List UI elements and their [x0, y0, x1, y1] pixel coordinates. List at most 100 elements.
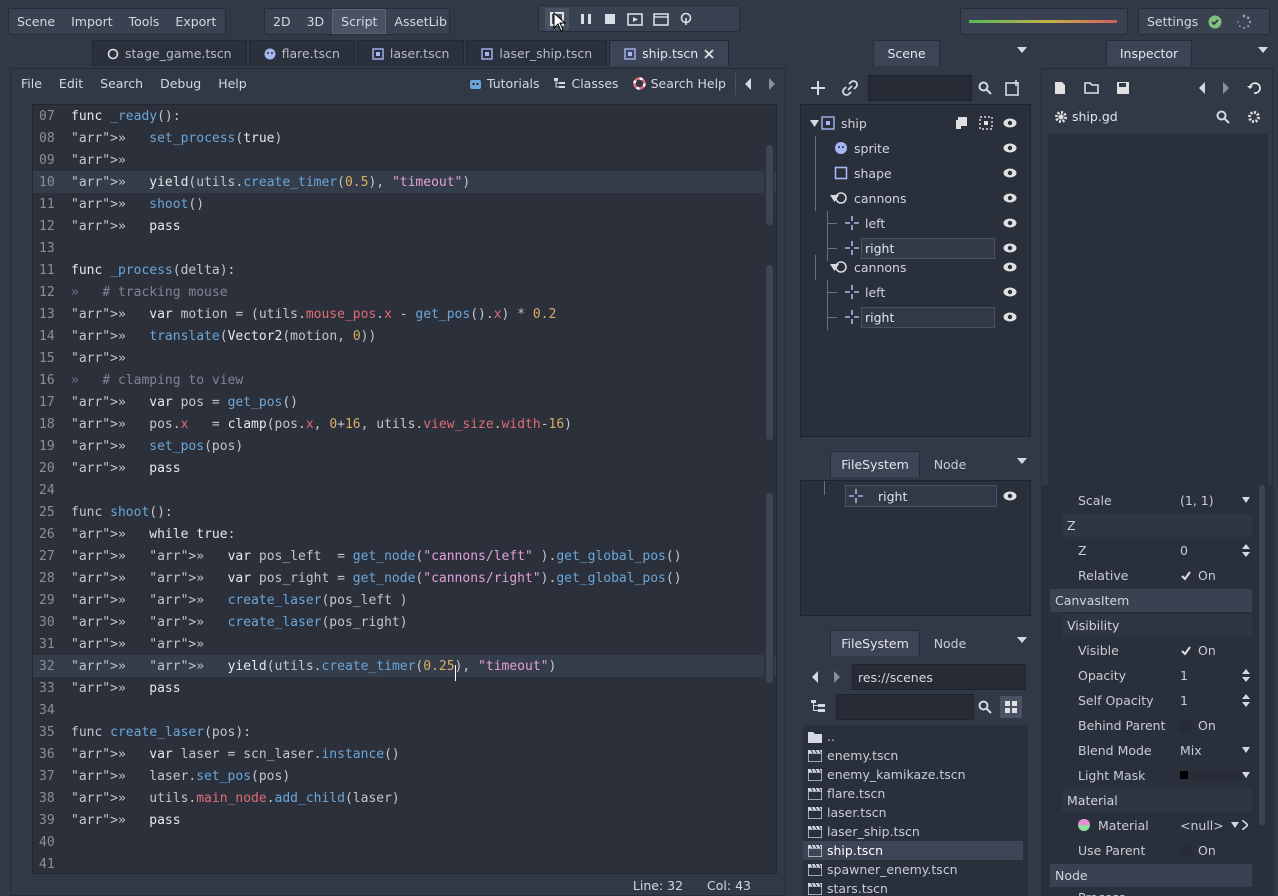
file-item[interactable]: laser.tscn	[808, 803, 1028, 822]
menu-export[interactable]: Export	[167, 9, 224, 34]
code-line[interactable]: 37 "arr">» laser.set_pos(pos)	[33, 765, 776, 787]
file-filter-input[interactable]	[836, 694, 974, 720]
scene-node-cannons[interactable]: cannons	[801, 255, 1029, 280]
chevron-down-icon[interactable]	[1231, 822, 1239, 828]
property-value[interactable]: 1	[1180, 668, 1188, 683]
menu-help[interactable]: Help	[218, 76, 247, 91]
tab-flare[interactable]: flare.tscn	[248, 40, 355, 66]
property-value[interactable]: <null>	[1180, 818, 1224, 833]
file-item[interactable]: laser_ship.tscn	[808, 822, 1028, 841]
inspector-property[interactable]: Material <null>	[1042, 813, 1252, 838]
code-line[interactable]: 35 func create_laser(pos):	[33, 721, 776, 743]
dock-menu-icon[interactable]	[1258, 47, 1268, 53]
inspector-scrollbar[interactable]	[1258, 485, 1266, 896]
inspector-property[interactable]: Z0	[1042, 538, 1252, 563]
code-line[interactable]: 12 » # tracking mouse	[33, 281, 776, 303]
inspector-property[interactable]: Process	[1042, 885, 1252, 896]
inspector-property[interactable]: Behind Parent On	[1042, 713, 1252, 738]
eye-icon[interactable]	[1003, 166, 1017, 180]
code-line[interactable]: 25 func shoot():	[33, 501, 776, 523]
dock-menu-icon[interactable]	[1017, 47, 1027, 53]
play-custom-scene-icon[interactable]	[653, 12, 669, 26]
mode-script[interactable]: Script	[332, 9, 387, 34]
code-line[interactable]: 07 func _ready():	[33, 105, 776, 127]
file-item[interactable]: enemy_kamikaze.tscn	[808, 765, 1028, 784]
tab-node-bottom[interactable]: Node	[920, 630, 980, 656]
menu-file[interactable]: File	[21, 76, 42, 91]
code-line[interactable]: 40	[33, 831, 776, 853]
code-line[interactable]: 41	[33, 853, 776, 873]
search-icon[interactable]	[978, 700, 992, 714]
tab-laser-ship[interactable]: laser_ship.tscn	[466, 40, 608, 66]
grid-view-button[interactable]	[1000, 696, 1022, 718]
code-line[interactable]: 36 "arr">» var laser = scn_laser.instance…	[33, 743, 776, 765]
spinbox-arrows-icon[interactable]	[1242, 669, 1250, 682]
code-line[interactable]: 28 "arr">» "arr">» var pos_right = get_no…	[33, 567, 776, 589]
eye-icon[interactable]	[1003, 285, 1017, 299]
code-line[interactable]: 16 » # clamping to view	[33, 369, 776, 391]
code-line[interactable]: 14 "arr">» translate(Vector2(motion, 0))	[33, 325, 776, 347]
tab-filesystem-bottom[interactable]: FileSystem	[830, 630, 920, 656]
code-line[interactable]: 10 "arr">» yield(utils.create_timer(0.5),…	[33, 171, 776, 193]
inspector-property[interactable]: Self Opacity 1	[1042, 688, 1252, 713]
inspector-property[interactable]: Blend Mode Mix	[1042, 738, 1252, 763]
menu-import[interactable]: Import	[63, 9, 121, 34]
eye-icon[interactable]	[1003, 310, 1017, 324]
checkbox[interactable]: On	[1180, 568, 1216, 583]
code-editor[interactable]: 07 func _ready(): 08 "arr">» set_process(tr…	[32, 104, 777, 874]
scene-node-left[interactable]: left	[801, 211, 1029, 236]
menu-search[interactable]: Search	[100, 76, 143, 91]
spinbox-arrows-icon[interactable]	[1242, 544, 1250, 557]
code-line[interactable]: 13	[33, 237, 776, 259]
mode-2d[interactable]: 2D	[265, 9, 299, 34]
file-item[interactable]: ship.tscn	[803, 841, 1023, 860]
chevron-down-icon[interactable]	[1242, 497, 1250, 503]
tab-filesystem[interactable]: FileSystem	[830, 451, 920, 477]
file-item[interactable]: flare.tscn	[808, 784, 1028, 803]
play-scene-icon[interactable]	[627, 12, 643, 26]
open-folder-icon[interactable]	[1084, 81, 1100, 95]
prev-script-icon[interactable]	[743, 77, 753, 91]
menu-tools[interactable]: Tools	[121, 9, 168, 34]
property-value[interactable]: (1, 1)	[1180, 493, 1214, 508]
inspector-subsection[interactable]: Visibility	[1042, 613, 1252, 638]
scene-dock-tab[interactable]: Scene	[873, 40, 940, 66]
scrollbar-thumb[interactable]	[1259, 485, 1265, 825]
code-line[interactable]: 19 "arr">» set_pos(pos)	[33, 435, 776, 457]
drag-item[interactable]: right	[845, 485, 997, 507]
close-icon[interactable]	[704, 48, 714, 59]
instance-scene-icon[interactable]	[1005, 80, 1021, 96]
forward-icon[interactable]	[832, 670, 842, 684]
inspector-property[interactable]: Relative On	[1042, 563, 1252, 588]
code-line[interactable]: 39 "arr">» pass	[33, 809, 776, 831]
code-line[interactable]: 11 "arr">» shoot()	[33, 193, 776, 215]
search-help-link[interactable]: Search Help	[632, 76, 726, 91]
file-item[interactable]: enemy.tscn	[808, 746, 1028, 765]
script-icon[interactable]	[955, 116, 969, 130]
search-icon[interactable]	[1216, 110, 1230, 124]
code-line[interactable]: 24	[33, 479, 776, 501]
scene-filter-input[interactable]	[868, 75, 972, 101]
file-item[interactable]: spawner_enemy.tscn	[808, 860, 1028, 879]
code-line[interactable]: 30 "arr">» "arr">» create_laser(pos_right…	[33, 611, 776, 633]
spinbox-arrows-icon[interactable]	[1242, 694, 1250, 707]
path-field[interactable]: res://scenes	[852, 664, 1026, 690]
code-line[interactable]: 26 "arr">» while true:	[33, 523, 776, 545]
pause-icon[interactable]	[579, 12, 593, 26]
scrollbar-thumb[interactable]	[766, 265, 773, 440]
chevron-down-icon[interactable]	[1242, 747, 1250, 753]
menu-edit[interactable]: Edit	[59, 76, 83, 91]
dock-menu-icon[interactable]	[1017, 458, 1027, 464]
scene-node-right[interactable]: right	[801, 305, 1029, 330]
tab-node[interactable]: Node	[920, 451, 980, 477]
inspector-section[interactable]: CanvasItem	[1042, 588, 1252, 613]
mode-assetlib[interactable]: AssetLib	[386, 9, 455, 34]
code-line[interactable]: 34	[33, 699, 776, 721]
code-line[interactable]: 11 func _process(delta):	[33, 259, 776, 281]
eye-icon[interactable]	[1003, 241, 1017, 255]
tree-view-icon[interactable]	[811, 699, 825, 713]
debug-options-icon[interactable]	[679, 12, 693, 26]
scene-node-cannons[interactable]: cannons	[801, 186, 1029, 211]
code-line[interactable]: 08 "arr">» set_process(true)	[33, 127, 776, 149]
search-icon[interactable]	[978, 81, 992, 95]
